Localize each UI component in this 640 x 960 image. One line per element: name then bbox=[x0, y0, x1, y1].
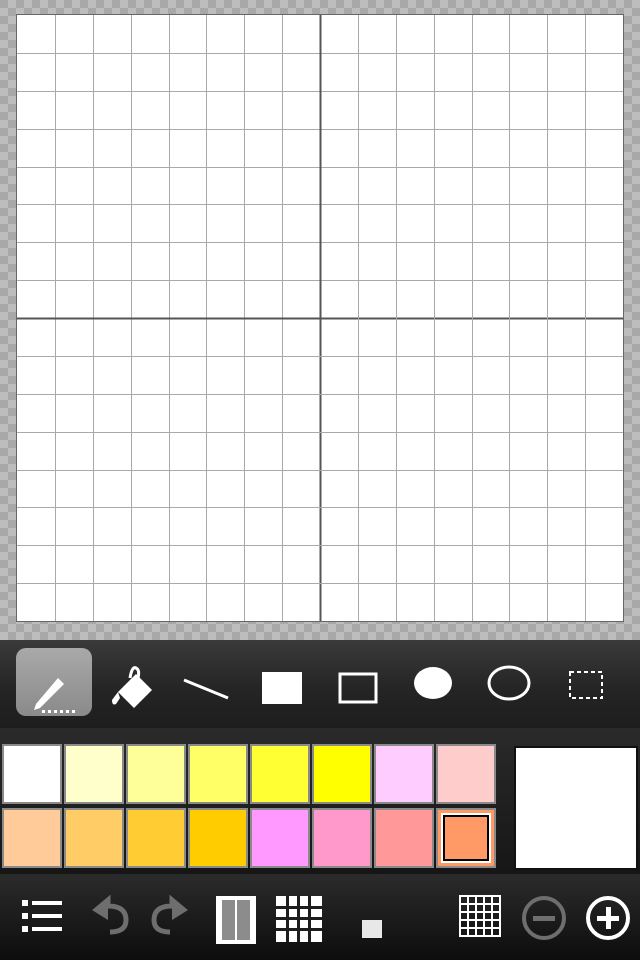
zoom-in-button[interactable] bbox=[578, 888, 638, 948]
frames-button[interactable] bbox=[206, 888, 266, 948]
zoom-out-button[interactable] bbox=[514, 888, 574, 948]
bottom-toolbar bbox=[0, 874, 640, 960]
color-swatch[interactable] bbox=[126, 808, 186, 868]
tools-bar bbox=[0, 640, 640, 728]
undo-icon bbox=[92, 894, 129, 935]
color-swatch[interactable] bbox=[188, 808, 248, 868]
fill-bucket-tool[interactable] bbox=[92, 648, 168, 716]
line-icon bbox=[183, 678, 229, 700]
undo-button[interactable] bbox=[80, 888, 140, 948]
frames-icon bbox=[216, 896, 256, 944]
redo-button[interactable] bbox=[140, 888, 200, 948]
color-swatch[interactable] bbox=[64, 744, 124, 804]
color-swatch[interactable] bbox=[374, 744, 434, 804]
color-swatch[interactable] bbox=[374, 808, 434, 868]
menu-button[interactable] bbox=[12, 888, 72, 948]
color-swatch[interactable] bbox=[126, 744, 186, 804]
selected-swatch-indicator bbox=[441, 813, 491, 863]
color-swatch[interactable] bbox=[64, 808, 124, 868]
zoom-out-icon bbox=[522, 896, 566, 940]
fill-bucket-icon bbox=[112, 666, 152, 708]
color-swatch[interactable] bbox=[188, 744, 248, 804]
pencil-tool[interactable] bbox=[16, 648, 92, 716]
color-swatch[interactable] bbox=[312, 808, 372, 868]
grid-toggle-button[interactable] bbox=[450, 888, 510, 948]
pencil-icon bbox=[34, 678, 75, 713]
canvas-area bbox=[0, 0, 640, 640]
grid-lines bbox=[17, 15, 623, 621]
dot-grid-button[interactable] bbox=[268, 888, 328, 948]
brush-size-icon bbox=[362, 920, 382, 938]
line-tool[interactable] bbox=[168, 648, 244, 716]
filled-ellipse-icon bbox=[414, 667, 452, 699]
color-swatch[interactable] bbox=[250, 744, 310, 804]
ellipse-tool[interactable] bbox=[472, 648, 548, 716]
rectangle-outline-icon bbox=[338, 672, 378, 704]
selection-icon bbox=[569, 671, 603, 699]
color-swatch[interactable] bbox=[436, 808, 496, 868]
ellipse-outline-icon bbox=[487, 665, 531, 701]
grid-toggle-icon bbox=[459, 895, 501, 937]
color-swatch[interactable] bbox=[250, 808, 310, 868]
filled-rectangle-tool[interactable] bbox=[244, 648, 320, 716]
color-swatch[interactable] bbox=[436, 744, 496, 804]
color-swatch[interactable] bbox=[2, 744, 62, 804]
drawing-grid[interactable] bbox=[16, 14, 624, 622]
menu-icon bbox=[22, 900, 62, 932]
current-color-preview[interactable] bbox=[514, 746, 638, 870]
filled-ellipse-tool[interactable] bbox=[396, 648, 472, 716]
color-swatch[interactable] bbox=[2, 808, 62, 868]
filled-rectangle-icon bbox=[262, 672, 302, 704]
brush-size-button[interactable] bbox=[342, 888, 402, 948]
redo-icon bbox=[151, 894, 188, 935]
zoom-in-icon bbox=[586, 896, 630, 940]
rectangle-tool[interactable] bbox=[320, 648, 396, 716]
color-swatch[interactable] bbox=[312, 744, 372, 804]
dot-grid-icon bbox=[276, 896, 322, 942]
selection-tool[interactable] bbox=[548, 648, 624, 716]
